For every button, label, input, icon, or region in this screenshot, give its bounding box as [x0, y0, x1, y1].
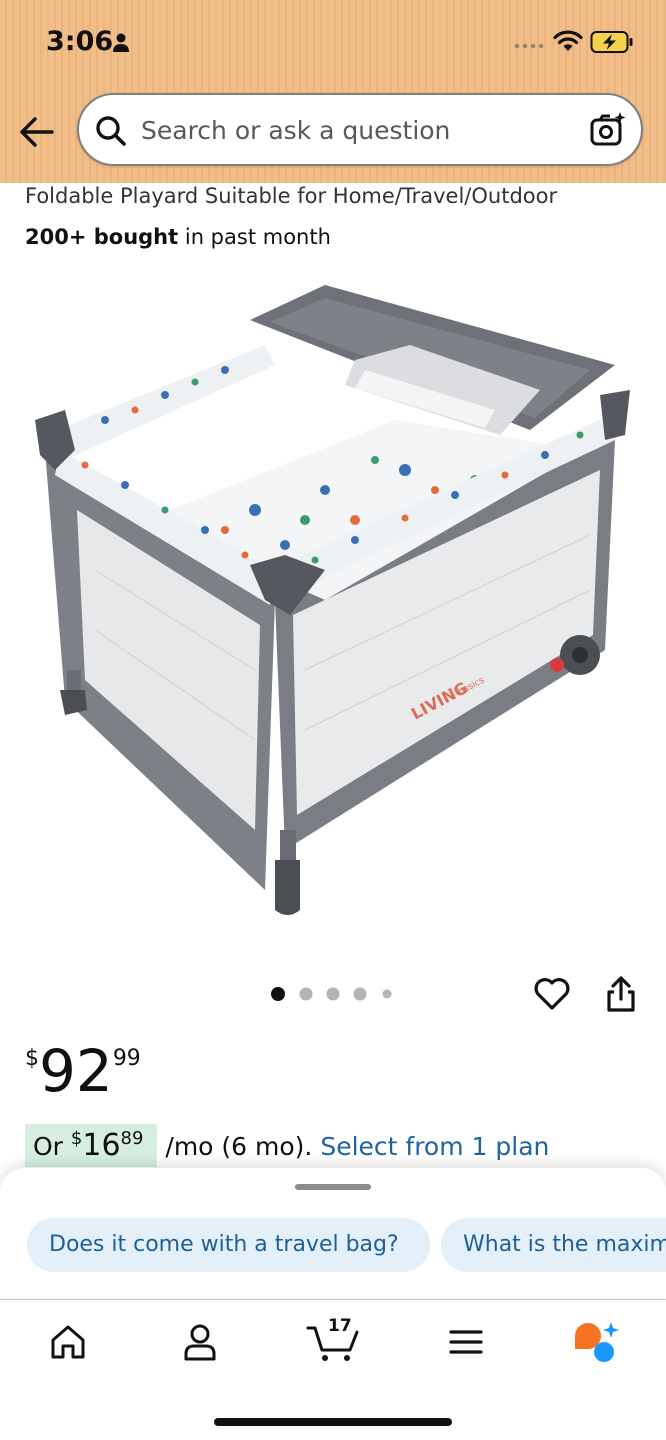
price-symbol: $: [25, 1046, 39, 1071]
carousel-dot: [382, 989, 392, 999]
back-arrow-icon[interactable]: [18, 112, 58, 152]
price: $9299: [25, 1038, 141, 1104]
camera-sparkle-icon[interactable]: [589, 111, 627, 149]
product-title[interactable]: Foldable Playard Suitable for Home/Trave…: [25, 184, 557, 208]
carousel-dot: [299, 987, 313, 1001]
search-icon: [96, 116, 126, 146]
share-icon[interactable]: [604, 975, 638, 1013]
cart-count: 17: [328, 1316, 352, 1336]
bottom-nav: 17: [0, 1299, 666, 1440]
search-input[interactable]: [141, 105, 571, 155]
price-whole: 92: [39, 1037, 113, 1105]
installment-offer[interactable]: Or $1689 /mo (6 mo). Select from 1 plan: [25, 1124, 549, 1172]
bought-count-bold: 200+ bought: [25, 225, 179, 249]
sheet-drag-handle[interactable]: [295, 1184, 371, 1190]
account-icon[interactable]: [180, 1322, 220, 1362]
installment-whole: 16: [82, 1128, 121, 1163]
price-fraction: 99: [112, 1046, 141, 1071]
signal-dots-icon: [514, 43, 544, 49]
select-plan-link[interactable]: Select from 1 plan: [320, 1132, 549, 1161]
image-carousel-dots[interactable]: [270, 986, 400, 1002]
suggestions-sheet: Does it come with a travel bag? What is …: [0, 1168, 666, 1298]
suggestion-chip[interactable]: What is the maximum weight: [441, 1218, 666, 1272]
status-time: 3:06: [46, 26, 114, 57]
carousel-dot-active: [271, 987, 285, 1001]
home-icon[interactable]: [48, 1322, 88, 1362]
home-indicator: [214, 1418, 452, 1426]
bought-count: 200+ bought in past month: [25, 225, 331, 249]
installment-suffix: /mo (6 mo).: [157, 1132, 321, 1161]
bought-count-rest: in past month: [178, 225, 331, 249]
person-icon: [113, 33, 129, 52]
installment-fraction: 89: [120, 1128, 144, 1149]
product-image[interactable]: LIVING basics: [25, 270, 645, 960]
menu-icon[interactable]: [446, 1322, 486, 1362]
installment-prefix: Or: [33, 1132, 71, 1161]
header: 3:06: [0, 0, 666, 183]
search-bar[interactable]: [77, 93, 643, 166]
carousel-dot: [353, 987, 367, 1001]
wifi-icon: [553, 30, 583, 51]
rufus-icon[interactable]: [571, 1320, 621, 1364]
heart-icon[interactable]: [533, 974, 571, 1012]
installment-badge: Or $1689: [25, 1124, 158, 1167]
suggestion-chip[interactable]: Does it come with a travel bag?: [27, 1218, 430, 1272]
installment-symbol: $: [70, 1128, 83, 1149]
battery-charging-icon: [590, 31, 633, 53]
carousel-dot: [326, 987, 340, 1001]
